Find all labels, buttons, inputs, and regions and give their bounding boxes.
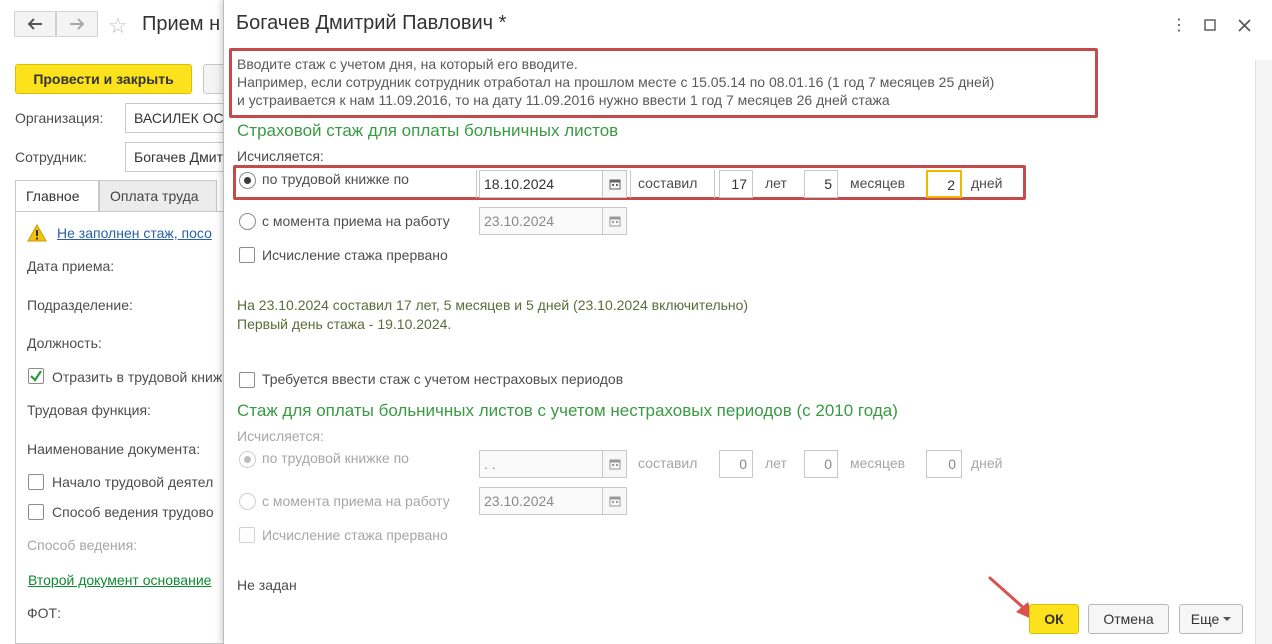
section1-title: Страховой стаж для оплаты больничных лис… (237, 121, 619, 140)
org-label: Организация: (15, 110, 104, 126)
interrupted-label: Исчисление стажа прервано (262, 247, 448, 263)
section2-from-hire-date-field[interactable]: 23.10.2024 (479, 487, 603, 515)
warning-icon (27, 223, 47, 245)
forward-button[interactable] (56, 11, 98, 37)
labor-function-label: Трудовая функция: (27, 402, 151, 418)
background-scrollbar (1255, 60, 1272, 644)
not-set-text: Не задан (237, 577, 297, 593)
section2-years-input[interactable]: 0 (719, 450, 753, 478)
tab-main[interactable]: Главное (15, 180, 99, 212)
back-button[interactable] (14, 11, 56, 37)
labor-book-way-label: Способ ведения трудово (52, 504, 214, 520)
way-label: Способ ведения: (27, 537, 138, 553)
checkmark-icon (30, 370, 42, 382)
labor-book-way-checkbox[interactable] (28, 504, 44, 520)
start-labor-checkbox[interactable] (28, 474, 44, 490)
close-icon[interactable] (1235, 14, 1253, 36)
months-input[interactable]: 5 (804, 170, 838, 198)
by-book-date-field[interactable]: 18.10.2024 (479, 170, 603, 198)
section2-interrupted-checkbox[interactable] (239, 527, 255, 543)
calendar-icon[interactable] (603, 170, 627, 198)
fot-label: ФОТ: (27, 605, 61, 621)
from-hire-radio[interactable] (239, 213, 256, 230)
section2-days-label: дней (971, 455, 1003, 471)
reflect-checkbox[interactable] (28, 368, 44, 387)
interrupted-checkbox[interactable] (239, 247, 255, 263)
months-label: месяцев (850, 175, 906, 191)
form-title: Прием н (142, 13, 221, 35)
by-book-label: по трудовой книжке по (262, 171, 409, 187)
seniority-info-line2: Первый день стажа - 19.10.2024. (237, 316, 452, 332)
dialog-title: Богачев Дмитрий Павлович * (236, 12, 507, 34)
days-input[interactable]: 2 (926, 170, 962, 198)
tab-payment[interactable]: Оплата труда (99, 180, 217, 212)
days-label: дней (971, 175, 1003, 191)
arrow-right-icon (70, 18, 85, 30)
calendar-icon[interactable] (603, 207, 627, 235)
years-label: лет (765, 175, 787, 191)
row-separator (476, 170, 477, 198)
second-doc-link[interactable]: Второй документ основание (28, 572, 223, 588)
by-book-radio[interactable] (239, 172, 256, 189)
section2-by-book-radio[interactable] (239, 451, 256, 468)
employee-field[interactable]: Богачев Дмит (125, 142, 225, 172)
years-input[interactable]: 17 (719, 170, 753, 198)
chevron-down-icon (1223, 617, 1232, 621)
calendar-icon[interactable] (603, 487, 627, 515)
section2-by-book-date-field[interactable]: . . (479, 450, 603, 478)
from-hire-label: с момента приема на работу (262, 213, 450, 229)
more-button[interactable]: Еще (1179, 604, 1243, 634)
nonins-checkbox-label: Требуется ввести стаж с учетом нестрахов… (262, 371, 624, 387)
warning-link[interactable]: Не заполнен стаж, посо (57, 225, 223, 241)
section2-by-book-label: по трудовой книжке по (262, 450, 409, 466)
section2-from-hire-radio[interactable] (239, 493, 256, 510)
row-separator (630, 170, 631, 198)
reflect-label: Отразить в трудовой книж (52, 369, 223, 385)
org-field[interactable]: ВАСИЛЕК ОС (125, 103, 225, 133)
position-label: Должность: (27, 335, 102, 351)
section2-calc-label: Исчисляется: (237, 428, 324, 444)
from-hire-date-field[interactable]: 23.10.2024 (479, 207, 603, 235)
ok-button[interactable]: ОК (1029, 604, 1079, 634)
note-line-3: и устраивается к нам 11.09.2016, то на д… (237, 92, 890, 108)
section1-calc-label: Исчисляется: (237, 148, 324, 164)
note-line-2: Например, если сотрудник сотрудник отраб… (237, 74, 995, 90)
more-button-label: Еще (1190, 611, 1220, 627)
section2-months-label: месяцев (850, 455, 906, 471)
cancel-button[interactable]: Отмена (1088, 604, 1169, 634)
department-label: Подразделение: (27, 297, 133, 313)
start-labor-label: Начало трудовой деятел (52, 474, 214, 490)
section2-made-label: составил (638, 455, 698, 471)
section2-days-input[interactable]: 0 (926, 450, 962, 478)
favorite-star-icon[interactable]: ☆ (108, 13, 128, 39)
seniority-info-line1: На 23.10.2024 составил 17 лет, 5 месяцев… (237, 297, 749, 313)
section2-months-input[interactable]: 0 (804, 450, 838, 478)
made-label: составил (638, 175, 698, 191)
more-options-icon[interactable]: ⋮ (1170, 14, 1188, 36)
post-and-close-button[interactable]: Провести и закрыть (15, 64, 192, 94)
section2-title: Стаж для оплаты больничных листов с учет… (237, 401, 898, 420)
section2-years-label: лет (765, 455, 787, 471)
note-line-1: Вводите стаж с учетом дня, на который ег… (237, 56, 578, 72)
doc-name-label: Наименование документа: (27, 441, 201, 457)
hire-date-label: Дата приема: (27, 258, 115, 274)
calendar-icon[interactable] (603, 450, 627, 478)
section2-interrupted-label: Исчисление стажа прервано (262, 527, 448, 543)
employee-label: Сотрудник: (15, 149, 87, 165)
row-separator (714, 170, 715, 198)
section2-from-hire-label: с момента приема на работу (262, 493, 450, 509)
arrow-left-icon (27, 18, 42, 30)
maximize-icon[interactable] (1201, 14, 1219, 36)
nonins-checkbox[interactable] (239, 372, 255, 388)
